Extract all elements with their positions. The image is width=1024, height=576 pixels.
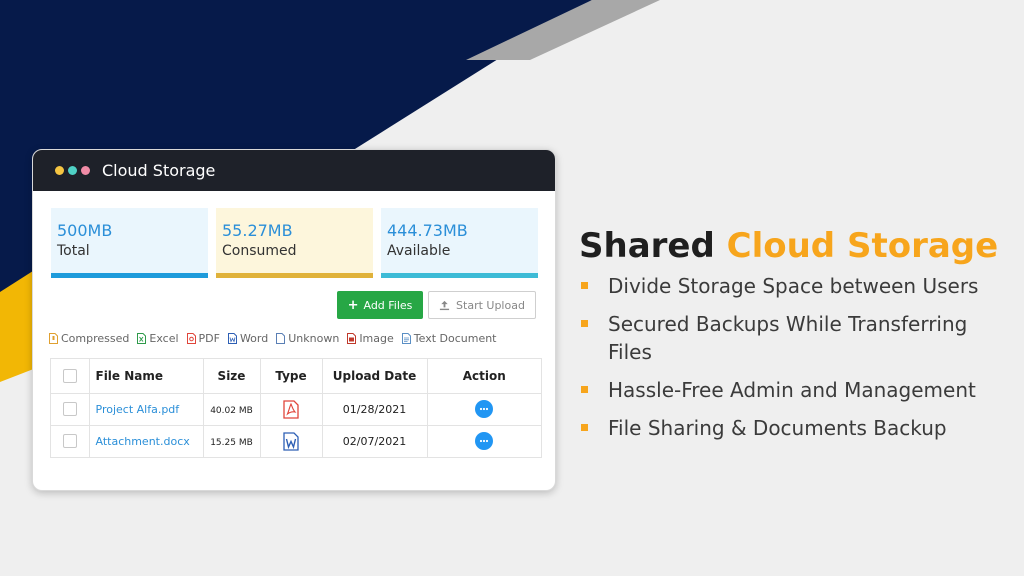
add-files-button[interactable]: + Add Files — [337, 291, 423, 319]
table-header-row: File Name Size Type Upload Date Action — [51, 359, 541, 394]
stat-label: Total — [57, 243, 90, 259]
file-name-cell: Project Alfa.pdf — [89, 393, 204, 426]
bullet-square-icon — [581, 320, 588, 327]
stat-consumed: 55.27MB Consumed — [216, 208, 373, 278]
bullet-square-icon — [581, 282, 588, 289]
legend-word: Word — [227, 332, 269, 345]
more-icon — [480, 440, 489, 443]
headline-part-1: Shared — [579, 226, 727, 266]
select-all-checkbox[interactable] — [62, 369, 77, 383]
bullet-square-icon — [581, 424, 588, 431]
legend-label: Excel — [149, 332, 179, 345]
word-file-icon — [283, 432, 299, 451]
feature-item: Divide Storage Space between Users — [579, 272, 999, 300]
zip-file-icon — [49, 333, 58, 344]
more-icon — [480, 407, 489, 411]
file-name-link[interactable]: Project Alfa.pdf — [96, 403, 180, 416]
start-upload-label: Start Upload — [456, 298, 525, 312]
feature-list: Divide Storage Space between Users Secur… — [579, 272, 999, 442]
legend-label: Compressed — [61, 332, 130, 345]
add-files-label: Add Files — [363, 298, 413, 312]
stat-available: 444.73MB Available — [381, 208, 538, 278]
bullet-square-icon — [581, 386, 588, 393]
legend-label: Word — [239, 332, 269, 345]
window-dot-yellow — [55, 166, 64, 175]
table-row: Attachment.docx 15.25 MB 02/07/2021 — [51, 425, 541, 457]
header-file-name[interactable]: File Name — [89, 359, 204, 394]
file-size-cell: 15.25 MB — [203, 425, 261, 457]
header-size[interactable]: Size — [203, 359, 261, 394]
pdf-file-icon — [186, 333, 196, 344]
feature-item: File Sharing & Documents Backup — [579, 414, 999, 442]
feature-text: File Sharing & Documents Backup — [608, 416, 947, 440]
word-file-icon — [227, 333, 237, 344]
header-upload-date[interactable]: Upload Date — [322, 359, 428, 394]
legend-label: Text Document — [413, 332, 497, 345]
legend-label: Unknown — [288, 332, 340, 345]
action-cell — [427, 393, 541, 426]
file-name-cell: Attachment.docx — [89, 425, 204, 457]
window-dot-pink — [81, 166, 90, 175]
storage-stats: 500MB Total 55.27MB Consumed 444.73MB Av… — [51, 208, 538, 278]
stat-value: 55.27MB — [222, 221, 293, 240]
unknown-file-icon — [276, 333, 286, 344]
start-upload-button[interactable]: Start Upload — [428, 291, 536, 319]
row-checkbox-cell — [51, 393, 90, 426]
file-type-legend: Compressed Excel PDF Word Unknown Image … — [49, 332, 497, 345]
stat-total: 500MB Total — [51, 208, 208, 278]
image-file-icon — [347, 333, 357, 344]
file-type-cell — [260, 425, 323, 457]
upload-actions: + Add Files Start Upload — [337, 291, 536, 319]
file-name-link[interactable]: Attachment.docx — [96, 435, 190, 448]
table-row: Project Alfa.pdf 40.02 MB 01/28/2021 — [51, 393, 541, 426]
feature-item: Secured Backups While Transferring Files — [579, 310, 999, 366]
cloud-storage-window: Cloud Storage 500MB Total 55.27MB Consum… — [32, 149, 556, 491]
legend-compressed: Compressed — [49, 332, 129, 345]
legend-text-document: Text Document — [401, 332, 497, 345]
feature-text: Secured Backups While Transferring Files — [608, 312, 968, 364]
legend-unknown: Unknown — [276, 332, 339, 345]
action-cell — [427, 425, 541, 457]
feature-text: Hassle-Free Admin and Management — [608, 378, 976, 402]
stat-label: Available — [387, 243, 451, 259]
pdf-file-icon — [283, 399, 299, 419]
legend-image: Image — [347, 332, 394, 345]
file-size-cell: 40.02 MB — [203, 393, 261, 426]
header-type[interactable]: Type — [260, 359, 323, 394]
row-checkbox-cell — [51, 425, 90, 457]
upload-date-cell: 01/28/2021 — [322, 393, 428, 426]
slide-headline: Shared Cloud Storage — [579, 226, 999, 266]
stat-value: 500MB — [57, 221, 113, 240]
upload-date-cell: 02/07/2021 — [322, 425, 428, 457]
text-file-icon — [401, 333, 411, 344]
headline-part-2: Cloud Storage — [726, 226, 999, 266]
window-dot-teal — [68, 166, 77, 175]
file-type-cell — [260, 393, 323, 426]
legend-excel: Excel — [137, 332, 179, 345]
file-size: 15.25 MB — [210, 437, 253, 448]
legend-label: PDF — [198, 332, 220, 345]
plus-icon: + — [347, 297, 359, 313]
select-all-cell — [51, 359, 90, 394]
row-checkbox[interactable] — [62, 434, 77, 449]
stat-value: 444.73MB — [387, 221, 468, 240]
feature-text: Divide Storage Space between Users — [608, 274, 979, 298]
excel-file-icon — [137, 333, 147, 344]
header-action: Action — [427, 359, 541, 394]
upload-icon — [439, 300, 450, 310]
window-title: Cloud Storage — [102, 161, 216, 180]
stat-label: Consumed — [222, 243, 297, 259]
window-header: Cloud Storage — [33, 150, 555, 191]
feature-item: Hassle-Free Admin and Management — [579, 376, 999, 404]
files-table: File Name Size Type Upload Date Action P… — [50, 358, 542, 458]
row-checkbox[interactable] — [62, 402, 77, 416]
legend-pdf: PDF — [186, 332, 220, 345]
more-actions-button[interactable] — [475, 400, 494, 418]
feature-panel: Shared Cloud Storage Divide Storage Spac… — [579, 226, 999, 452]
legend-label: Image — [359, 332, 394, 345]
more-actions-button[interactable] — [475, 432, 494, 451]
file-size: 40.02 MB — [210, 405, 253, 416]
